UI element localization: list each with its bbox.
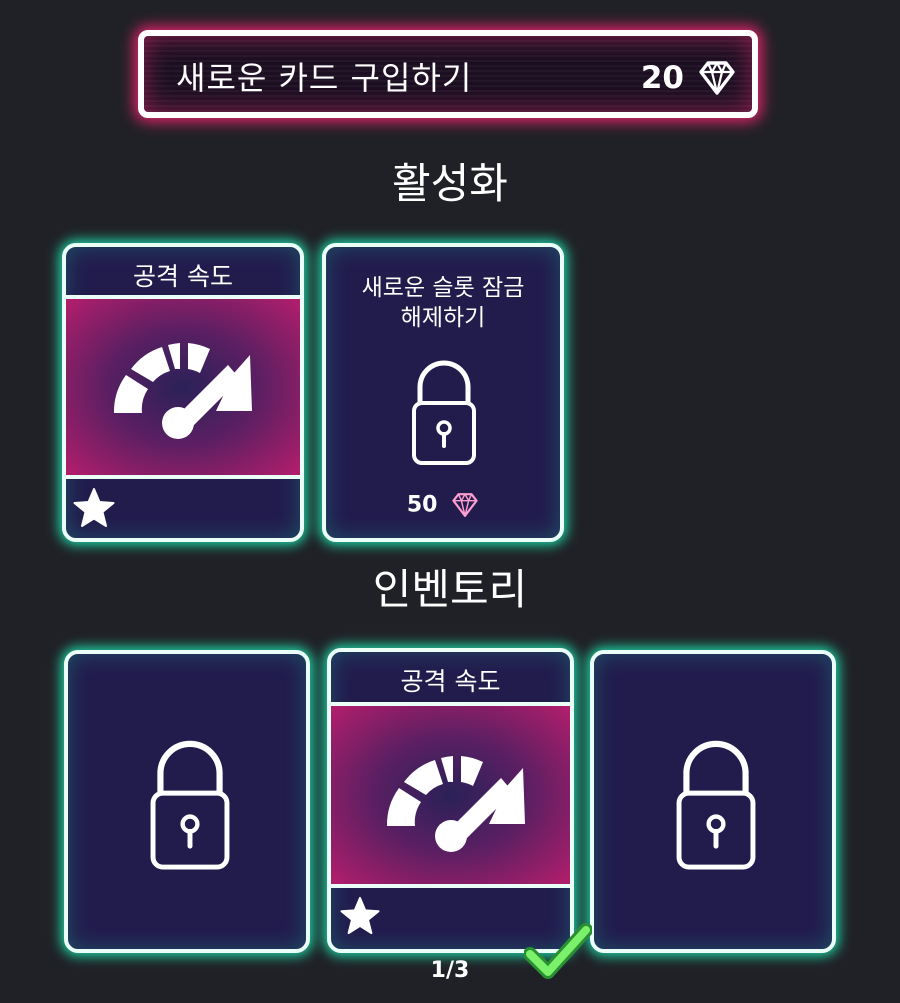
buy-card-label: 새로운 카드 구입하기 xyxy=(176,59,473,97)
inventory-section-title: 인벤토리 xyxy=(372,565,528,614)
gem-icon xyxy=(452,493,478,517)
inventory-slot-locked-left[interactable] xyxy=(64,650,310,953)
card-title: 공격 속도 xyxy=(133,262,233,291)
unlock-slot-line1: 새로운 슬롯 잠금 xyxy=(361,275,525,301)
checkmark-icon[interactable] xyxy=(524,922,592,980)
unlock-cost: 50 xyxy=(326,492,560,518)
card-title: 공격 속도 xyxy=(400,667,501,696)
star-icon xyxy=(73,488,115,527)
active-section-title: 활성화 xyxy=(392,159,508,208)
inventory-slot-locked-right[interactable] xyxy=(590,650,836,953)
gem-icon xyxy=(699,61,735,95)
lock-icon xyxy=(676,740,756,870)
unlock-slot-card[interactable]: 새로운 슬롯 잠금 해제하기 50 xyxy=(322,243,564,542)
active-card-attack-speed[interactable]: 공격 속도 xyxy=(62,243,304,542)
inventory-page-indicator: 1/3 xyxy=(430,958,470,983)
speedometer-icon xyxy=(386,756,525,852)
lock-icon xyxy=(412,360,476,465)
speedometer-icon xyxy=(113,343,252,439)
lock-icon xyxy=(150,740,230,870)
unlock-slot-line2: 해제하기 xyxy=(400,305,486,331)
card-art xyxy=(331,702,570,888)
unlock-cost-value: 50 xyxy=(406,492,438,518)
card-art xyxy=(66,295,300,479)
buy-card-price: 20 xyxy=(640,60,684,96)
star-icon xyxy=(340,896,380,935)
inventory-card-attack-speed[interactable]: 공격 속도 xyxy=(327,648,574,953)
buy-card-button[interactable]: 새로운 카드 구입하기 20 xyxy=(138,30,758,118)
